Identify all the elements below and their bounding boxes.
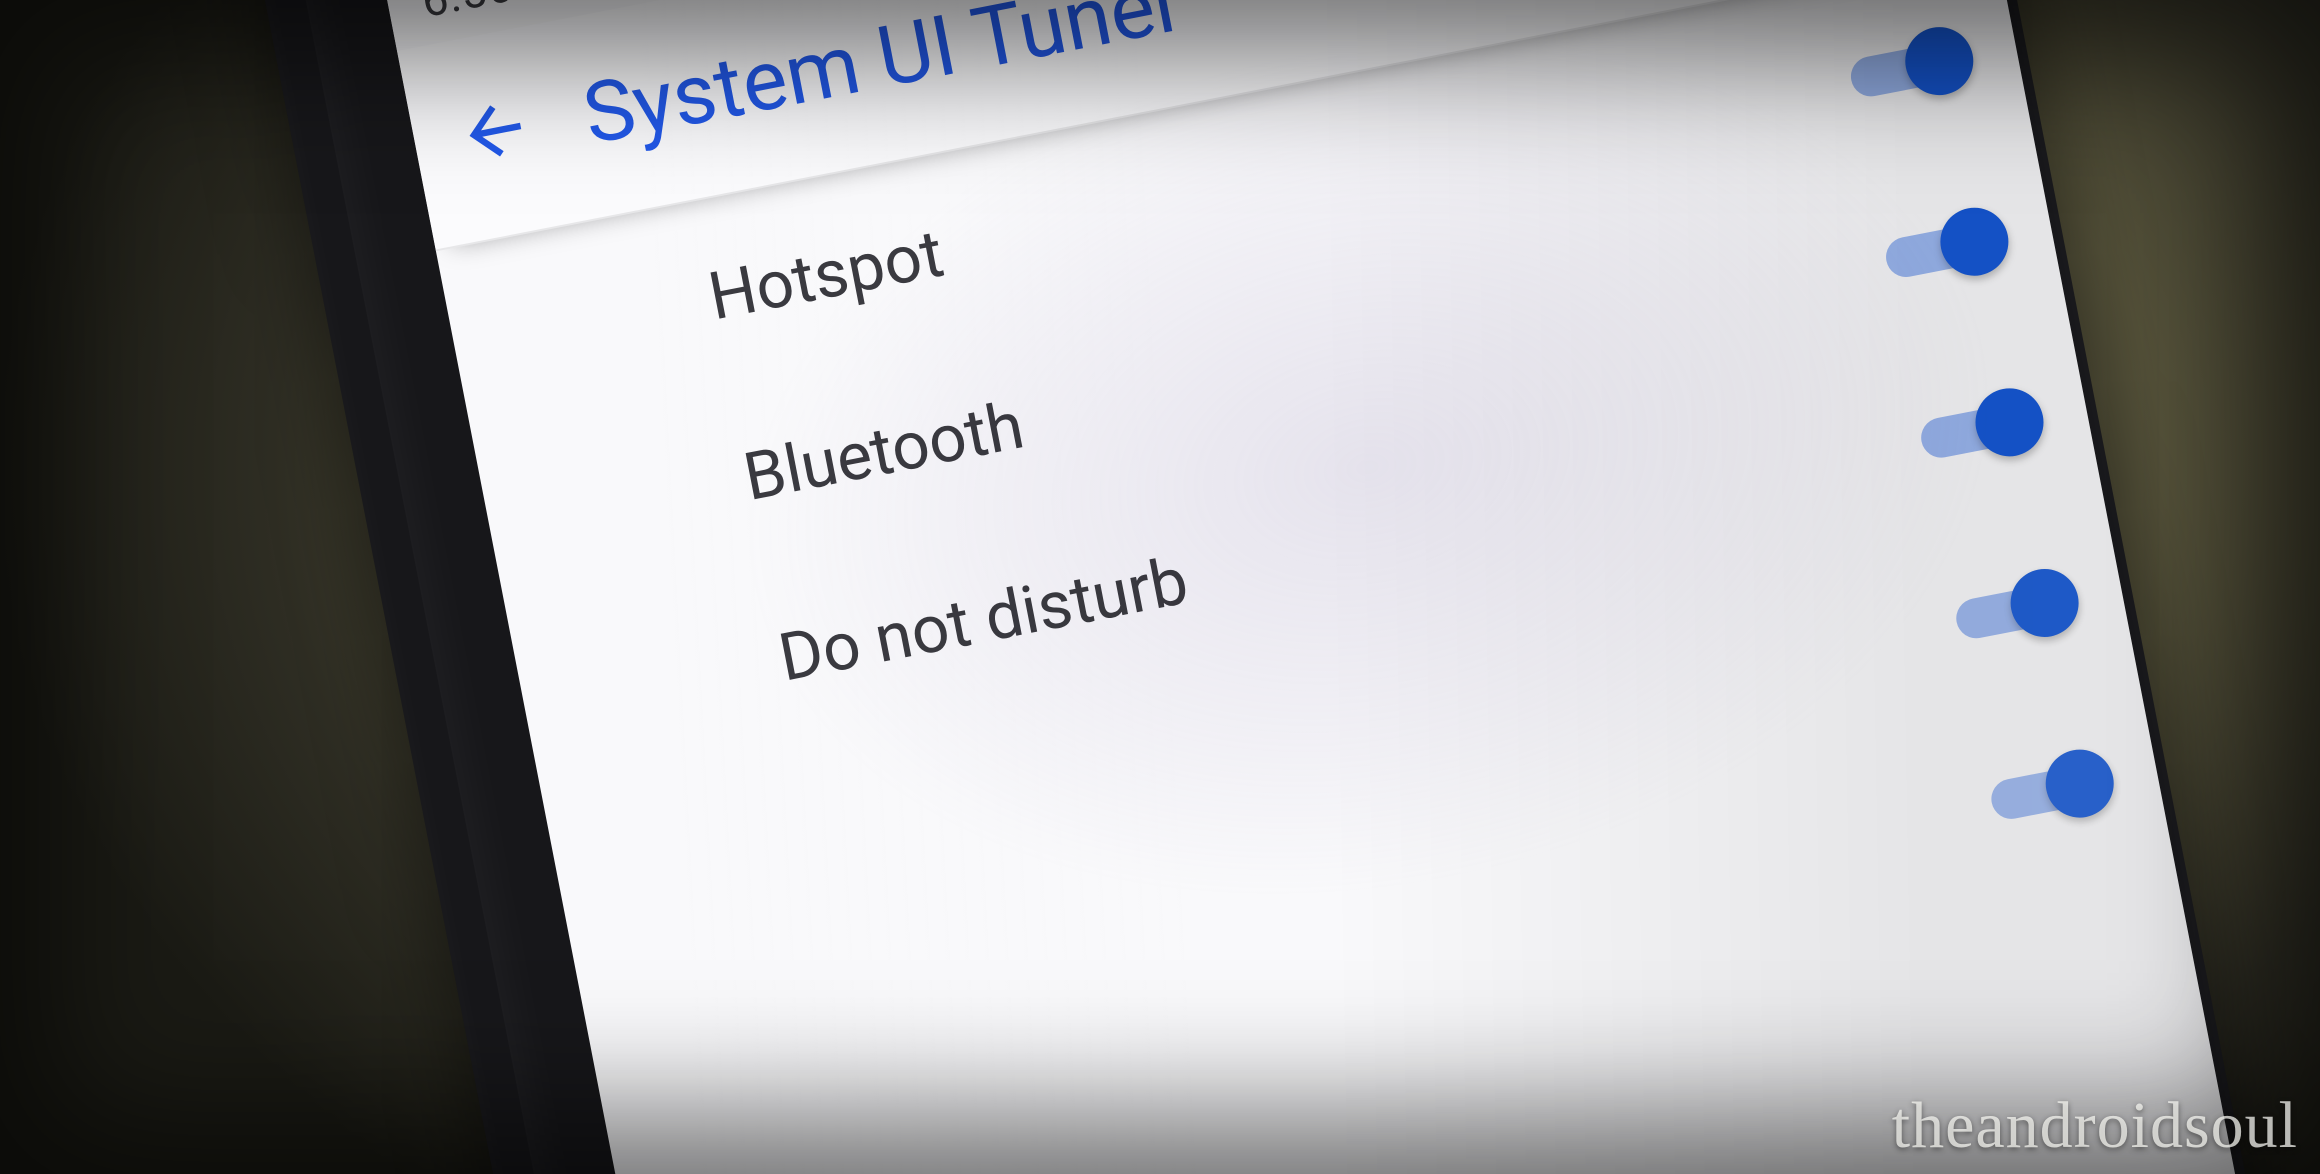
watermark: theandroidsoul xyxy=(1892,1088,2298,1164)
list-item-label: Do not disturb xyxy=(773,542,1194,697)
list-item-label: Bluetooth xyxy=(738,387,1030,517)
list-item-label: Hotspot xyxy=(703,215,950,336)
screen: 6:50:04 xyxy=(381,0,2266,1174)
toggle-switch[interactable] xyxy=(1950,566,2079,648)
toggle-switch[interactable] xyxy=(1985,746,2114,828)
phone-shell: 6:50:04 xyxy=(206,0,2276,1174)
back-arrow-icon xyxy=(449,85,541,180)
back-button[interactable] xyxy=(431,68,560,197)
toggle-switch[interactable] xyxy=(1915,385,2044,467)
toggle-switch[interactable] xyxy=(1845,24,1974,106)
toggle-switch[interactable] xyxy=(1880,205,2009,287)
